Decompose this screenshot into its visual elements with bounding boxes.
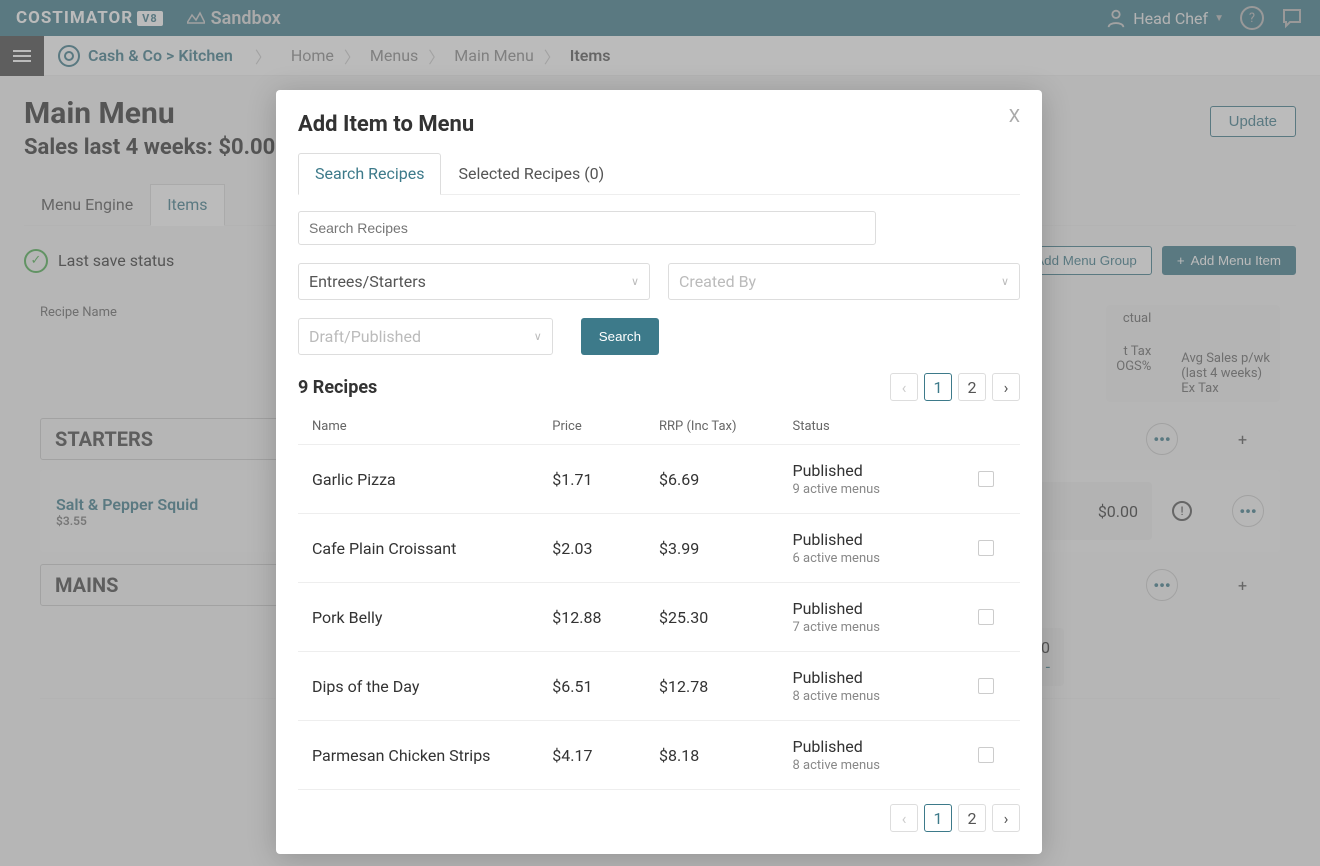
table-row: Parmesan Chicken Strips $4.17 $8.18 Publ… [298,721,1020,790]
table-row: Cafe Plain Croissant $2.03 $3.99 Publish… [298,514,1020,583]
column-rrp: RRP (Inc Tax) [659,419,792,434]
pager-prev[interactable]: ‹ [890,804,918,832]
pager-next[interactable]: › [992,804,1020,832]
pager-page-1[interactable]: 1 [924,804,952,832]
pager-page-2[interactable]: 2 [958,373,986,401]
tab-selected-recipes[interactable]: Selected Recipes (0) [441,153,621,194]
modal-tabs: Search Recipes Selected Recipes (0) [298,153,1020,195]
status-select[interactable]: Draft/Published ∨ [298,318,553,355]
column-price: Price [552,419,659,434]
column-status: Status [793,419,967,434]
results-count: 9 Recipes [298,377,377,398]
chevron-down-icon: ∨ [534,330,542,343]
pager-top: ‹ 1 2 › [890,373,1020,401]
pager-page-2[interactable]: 2 [958,804,986,832]
pager-page-1[interactable]: 1 [924,373,952,401]
created-by-select[interactable]: Created By ∨ [668,263,1020,300]
chevron-down-icon: ∨ [1001,275,1009,288]
pager-prev[interactable]: ‹ [890,373,918,401]
pager-next[interactable]: › [992,373,1020,401]
row-checkbox[interactable] [978,747,994,763]
add-item-modal: X Add Item to Menu Search Recipes Select… [276,90,1042,854]
row-checkbox[interactable] [978,678,994,694]
search-input[interactable] [298,211,876,245]
search-button[interactable]: Search [581,318,659,355]
table-row: Dips of the Day $6.51 $12.78 Published8 … [298,652,1020,721]
close-icon[interactable]: X [1009,106,1020,127]
row-checkbox[interactable] [978,540,994,556]
results-table: Name Price RRP (Inc Tax) Status Garlic P… [298,409,1020,790]
modal-title: Add Item to Menu [298,112,1020,137]
row-checkbox[interactable] [978,609,994,625]
table-row: Pork Belly $12.88 $25.30 Published7 acti… [298,583,1020,652]
category-select[interactable]: Entrees/Starters ∨ [298,263,650,300]
row-checkbox[interactable] [978,471,994,487]
tab-search-recipes[interactable]: Search Recipes [298,153,441,195]
table-row: Garlic Pizza $1.71 $6.69 Published9 acti… [298,445,1020,514]
column-name: Name [312,419,552,434]
chevron-down-icon: ∨ [631,275,639,288]
pager-bottom: ‹ 1 2 › [298,804,1020,832]
